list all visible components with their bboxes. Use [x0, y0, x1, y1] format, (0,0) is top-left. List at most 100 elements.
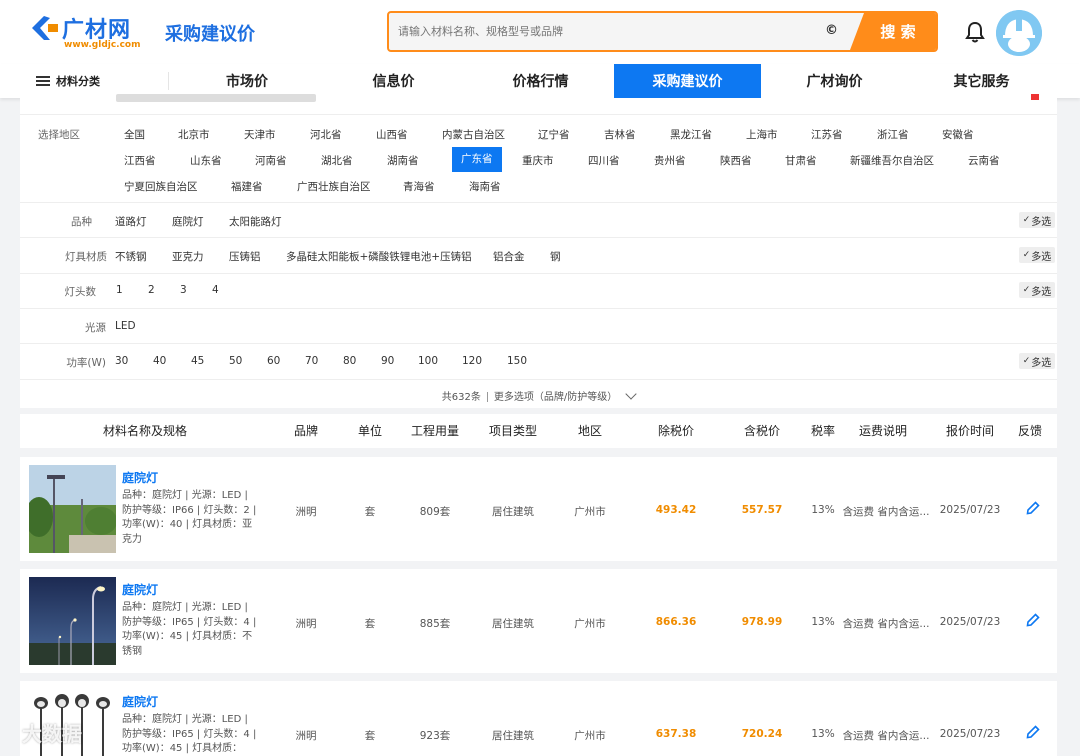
- heads-option[interactable]: 4: [212, 284, 219, 296]
- product-image[interactable]: [29, 465, 116, 553]
- power-option[interactable]: 120: [462, 355, 482, 367]
- edit-icon[interactable]: [1026, 725, 1040, 739]
- region-option[interactable]: 黑龙江省: [670, 127, 712, 142]
- nav-inquiry[interactable]: 广材询价: [761, 64, 908, 98]
- region-option[interactable]: 内蒙古自治区: [442, 127, 505, 142]
- nav-price-trend[interactable]: 价格行情: [467, 64, 614, 98]
- cell-type: 居住建筑: [492, 506, 534, 518]
- divider: [20, 237, 1057, 238]
- region-option[interactable]: 福建省: [231, 179, 263, 194]
- power-option[interactable]: 90: [381, 355, 394, 367]
- region-option[interactable]: 河南省: [255, 153, 287, 168]
- region-option[interactable]: 贵州省: [654, 153, 686, 168]
- table-row[interactable]: 庭院灯 品种：庭院灯 | 光源：LED | 防护等级：IP65 | 灯头数：4 …: [20, 569, 1057, 673]
- region-option[interactable]: 宁夏回族自治区: [124, 179, 198, 194]
- cell-type: 居住建筑: [492, 730, 534, 742]
- power-option[interactable]: 50: [229, 355, 242, 367]
- material-option[interactable]: 亚克力: [172, 249, 204, 264]
- region-option[interactable]: 广东省: [452, 147, 502, 172]
- multi-select-power[interactable]: ✓ 多选: [1019, 353, 1055, 369]
- region-option[interactable]: 陕西省: [720, 153, 752, 168]
- power-option[interactable]: 60: [267, 355, 280, 367]
- heads-option[interactable]: 2: [148, 284, 155, 296]
- region-option[interactable]: 四川省: [588, 153, 620, 168]
- power-option[interactable]: 30: [115, 355, 128, 367]
- variety-option[interactable]: 庭院灯: [172, 214, 204, 229]
- chevron-down-icon[interactable]: [625, 388, 637, 400]
- region-option[interactable]: 浙江省: [877, 127, 909, 142]
- region-option[interactable]: 湖南省: [387, 153, 419, 168]
- edit-icon[interactable]: [1026, 613, 1040, 627]
- category-menu[interactable]: 材料分类: [36, 73, 100, 89]
- filter-label-source: 光源: [85, 322, 106, 334]
- region-option[interactable]: 江西省: [124, 153, 156, 168]
- more-options-link[interactable]: 更多选项（品牌/防护等级）: [494, 392, 617, 403]
- material-option[interactable]: 压铸铝: [229, 249, 261, 264]
- power-option[interactable]: 45: [191, 355, 204, 367]
- product-image[interactable]: [29, 577, 116, 665]
- region-option[interactable]: 全国: [124, 127, 145, 142]
- region-option[interactable]: 湖北省: [321, 153, 353, 168]
- source-option[interactable]: LED: [115, 320, 136, 332]
- region-option[interactable]: 青海省: [403, 179, 435, 194]
- check-icon: ✓: [1022, 285, 1031, 295]
- site-logo[interactable]: 广材网 www.gldjc.com: [30, 12, 150, 56]
- product-name[interactable]: 庭院灯: [122, 581, 158, 598]
- watermark: 大数据: [22, 722, 82, 746]
- region-option[interactable]: 海南省: [469, 179, 501, 194]
- table-row[interactable]: 庭院灯 品种：庭院灯 | 光源：LED | 防护等级：IP65 | 灯头数：4 …: [20, 681, 1057, 756]
- region-option[interactable]: 上海市: [746, 127, 778, 142]
- nav-purchase-price[interactable]: 采购建议价: [614, 64, 761, 98]
- region-option[interactable]: 天津市: [244, 127, 276, 142]
- variety-option[interactable]: 太阳能路灯: [229, 214, 282, 229]
- filter-label-heads: 灯头数: [64, 286, 97, 298]
- region-option[interactable]: 河北省: [310, 127, 342, 142]
- product-name[interactable]: 庭院灯: [122, 693, 158, 710]
- material-option[interactable]: 多晶硅太阳能板+磷酸铁锂电池+压铸铝: [286, 249, 472, 264]
- filter-label-material: 灯具材质: [65, 251, 107, 263]
- region-option[interactable]: 北京市: [178, 127, 210, 142]
- region-option[interactable]: 甘肃省: [785, 153, 817, 168]
- cell-unit: 套: [364, 730, 376, 742]
- heads-option[interactable]: 1: [116, 284, 123, 296]
- region-option[interactable]: 吉林省: [604, 127, 636, 142]
- power-option[interactable]: 40: [153, 355, 166, 367]
- nav-market-price[interactable]: 市场价: [174, 64, 320, 98]
- search-input[interactable]: [389, 13, 849, 50]
- power-option[interactable]: 70: [305, 355, 318, 367]
- filter-label-variety: 品种: [71, 216, 92, 228]
- region-option[interactable]: 山东省: [190, 153, 222, 168]
- material-option[interactable]: 不锈钢: [115, 249, 147, 264]
- nav-other-services[interactable]: 其它服务: [908, 64, 1055, 98]
- nav-info-price[interactable]: 信息价: [320, 64, 467, 98]
- region-option[interactable]: 安徽省: [942, 127, 974, 142]
- material-option[interactable]: 铝合金: [493, 249, 525, 264]
- multi-select-material[interactable]: ✓ 多选: [1019, 247, 1055, 263]
- avatar[interactable]: [996, 10, 1042, 56]
- material-option[interactable]: 钢: [550, 249, 561, 264]
- product-name[interactable]: 庭院灯: [122, 469, 158, 486]
- region-option[interactable]: 辽宁省: [538, 127, 570, 142]
- power-option[interactable]: 150: [507, 355, 527, 367]
- region-option[interactable]: 云南省: [968, 153, 1000, 168]
- heads-option[interactable]: 3: [180, 284, 187, 296]
- multi-select-variety[interactable]: ✓ 多选: [1019, 212, 1055, 228]
- region-option[interactable]: 重庆市: [522, 153, 554, 168]
- multi-select-heads[interactable]: ✓ 多选: [1019, 282, 1055, 298]
- power-option[interactable]: 100: [418, 355, 438, 367]
- clear-icon[interactable]: ©: [825, 23, 838, 38]
- region-option[interactable]: 广西壮族自治区: [297, 179, 371, 194]
- region-option[interactable]: 山西省: [376, 127, 408, 142]
- region-option[interactable]: 江苏省: [811, 127, 843, 142]
- edit-icon[interactable]: [1026, 501, 1040, 515]
- power-option[interactable]: 80: [343, 355, 356, 367]
- cell-brand: 洲明: [295, 506, 317, 518]
- region-option[interactable]: 新疆维吾尔自治区: [850, 153, 934, 168]
- variety-option[interactable]: 道路灯: [115, 214, 147, 229]
- table-row[interactable]: 庭院灯 品种：庭院灯 | 光源：LED | 防护等级：IP66 | 灯头数：2 …: [20, 457, 1057, 561]
- cell-brand: 洲明: [295, 618, 317, 630]
- col-region: 地区: [577, 424, 602, 438]
- bell-icon[interactable]: [965, 21, 985, 43]
- col-price-ex: 除税价: [657, 424, 694, 438]
- search-button[interactable]: 搜 索: [850, 13, 936, 50]
